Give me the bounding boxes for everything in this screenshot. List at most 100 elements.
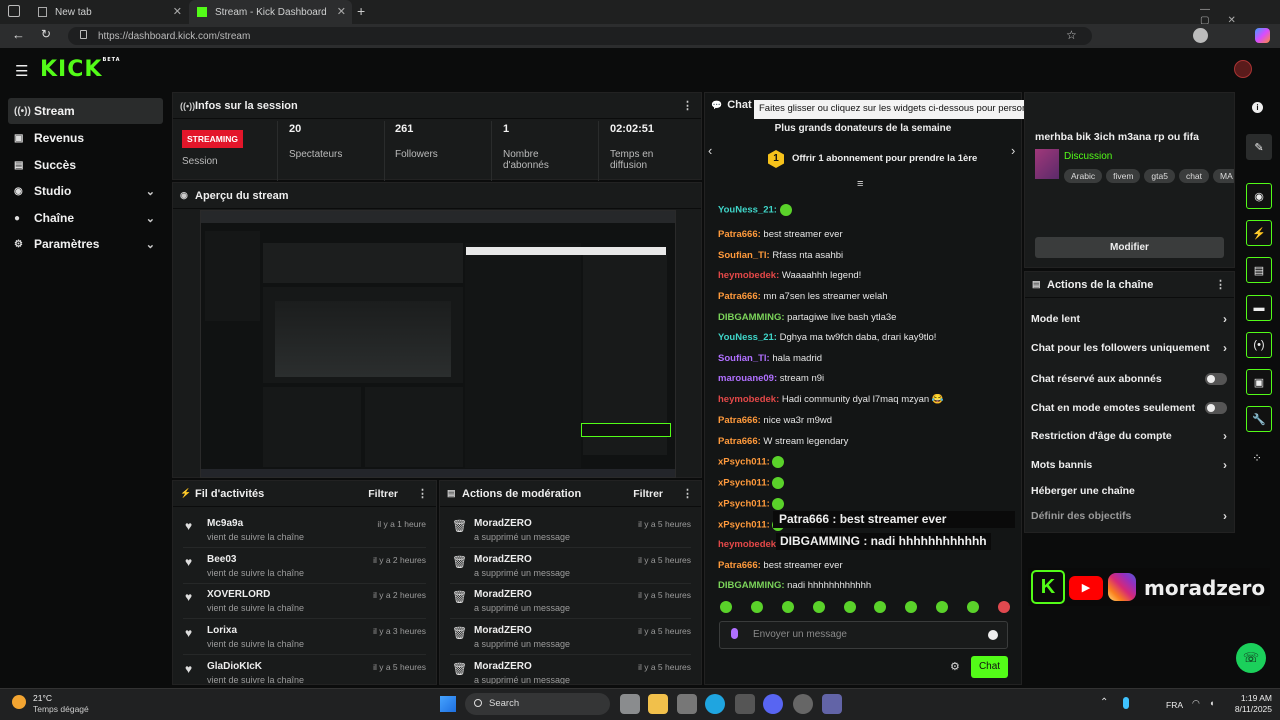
chat-widget-icon[interactable]: ▬ — [1246, 295, 1272, 321]
info-icon[interactable]: i — [1252, 102, 1263, 113]
user-avatar[interactable] — [1234, 60, 1252, 78]
clock-date[interactable]: 8/11/2025 — [1226, 704, 1272, 714]
kick-logo[interactable]: KICKBETA — [40, 57, 121, 82]
user-name[interactable]: MoradZERO — [474, 661, 532, 672]
menu-icon[interactable]: ☰ — [15, 62, 28, 80]
tag-chip[interactable]: fivem — [1106, 169, 1141, 183]
more-widgets-icon[interactable]: ⁘ — [1252, 451, 1262, 465]
volume-icon[interactable]: ◖ — [1209, 698, 1214, 708]
settings-icon[interactable] — [793, 694, 813, 714]
action-banned-words[interactable]: Mots bannis › — [1031, 458, 1227, 472]
filter-button[interactable]: Filtrer — [633, 488, 663, 500]
sidebar-item-chaine[interactable]: ● Chaîne ⌄ — [8, 205, 163, 231]
clock-time[interactable]: 1:19 AM — [1238, 693, 1272, 703]
close-icon[interactable]: ✕ — [337, 5, 346, 18]
chat-username[interactable]: Soufian_Tl: — [718, 250, 770, 261]
tab-actions-icon[interactable] — [8, 5, 20, 17]
user-name[interactable]: Bee03 — [207, 554, 236, 565]
window-controls[interactable]: —▢✕ — [1200, 4, 1280, 26]
stream-video-thumbnail[interactable] — [200, 210, 676, 478]
task-view-icon[interactable] — [620, 694, 640, 714]
url-field[interactable]: https://dashboard.kick.com/stream — [68, 27, 1092, 45]
action-emotes-only[interactable]: Chat en mode emotes seulement — [1031, 401, 1227, 414]
action-host-channel[interactable]: Héberger une chaîne — [1031, 485, 1227, 497]
emote-icon[interactable] — [874, 601, 887, 613]
wrench-widget-icon[interactable]: 🔧 — [1246, 406, 1272, 432]
mic-icon[interactable] — [731, 628, 738, 639]
chat-username[interactable]: YouNess_21: — [718, 332, 777, 343]
clipboard-widget-icon[interactable]: ▤ — [1246, 257, 1272, 283]
chat-username[interactable]: xPsych011: — [718, 520, 770, 531]
support-chat-button[interactable]: ☏ — [1236, 643, 1266, 673]
close-icon[interactable]: ✕ — [173, 5, 182, 18]
profile-avatar[interactable] — [1193, 28, 1208, 43]
tab-kick-dashboard[interactable]: Stream - Kick Dashboard ✕ — [189, 0, 352, 24]
mic-tray-icon[interactable] — [1123, 697, 1129, 709]
user-name[interactable]: MoradZERO — [474, 589, 532, 600]
file-explorer-icon[interactable] — [648, 694, 668, 714]
chat-username[interactable]: Patra666: — [718, 560, 761, 571]
user-name[interactable]: Lorixa — [207, 625, 237, 636]
lang-indicator[interactable]: FRA — [1166, 700, 1183, 710]
back-icon[interactable]: ← — [12, 27, 25, 42]
emote-icon[interactable] — [843, 601, 856, 613]
camera-widget-icon[interactable]: ◉ — [1246, 183, 1272, 209]
tag-chip[interactable]: Arabic — [1064, 169, 1103, 183]
sidebar-item-studio[interactable]: ◉ Studio ⌄ — [8, 178, 163, 204]
chat-username[interactable]: Patra666: — [718, 415, 761, 426]
edit-stream-button[interactable]: Modifier — [1035, 237, 1224, 258]
emoji-picker-icon[interactable] — [988, 630, 998, 640]
chevron-left-icon[interactable]: ‹ — [708, 143, 712, 158]
tag-chip[interactable]: gta5 — [1144, 169, 1175, 183]
emote-icon[interactable] — [997, 601, 1010, 613]
collapse-icon[interactable]: ≡ — [857, 178, 863, 190]
sidebar-item-stream[interactable]: ((•)) Stream — [8, 98, 163, 124]
weather-temp[interactable]: 21°C — [33, 693, 52, 703]
emote-bar[interactable] — [720, 601, 1010, 615]
emotes-only-toggle[interactable] — [1205, 401, 1227, 414]
chat-username[interactable]: Patra666: — [718, 436, 761, 447]
tag-chip[interactable]: chat — [1178, 169, 1210, 183]
chat-username[interactable]: heymobedek: — [718, 270, 779, 281]
user-name[interactable]: MoradZERO — [474, 625, 532, 636]
sidebar-item-revenus[interactable]: ▣ Revenus — [8, 125, 163, 151]
teams-icon[interactable] — [822, 694, 842, 714]
user-name[interactable]: Mc9a9a — [207, 518, 243, 529]
network-icon[interactable]: ◠ — [1192, 698, 1200, 709]
chat-username[interactable]: heymobedek: — [718, 539, 779, 550]
more-options-icon[interactable]: ⋮ — [682, 99, 693, 112]
calculator-icon[interactable] — [735, 694, 755, 714]
chat-username[interactable]: Soufian_Tl: — [718, 353, 770, 364]
emote-icon[interactable] — [967, 601, 979, 613]
more-options-icon[interactable]: ⋮ — [682, 487, 693, 500]
donors-cta[interactable]: Offrir 1 abonnement pour prendre la 1ère — [792, 153, 977, 164]
user-name[interactable]: MoradZERO — [474, 518, 532, 529]
chat-username[interactable]: xPsych011: — [718, 457, 770, 468]
user-name[interactable]: GlaDioKIcK — [207, 661, 262, 672]
subscribers-only-toggle[interactable] — [1205, 372, 1227, 385]
filter-button[interactable]: Filtrer — [368, 488, 398, 500]
taskbar-search[interactable]: Search — [465, 693, 610, 715]
action-slow-mode[interactable]: Mode lent › — [1031, 312, 1227, 326]
emote-icon[interactable] — [750, 601, 763, 613]
sidebar-item-succes[interactable]: ▤ Succès — [8, 152, 163, 178]
chat-input[interactable]: Envoyer un message — [719, 621, 1008, 649]
discord-icon[interactable] — [763, 694, 783, 714]
chat-username[interactable]: xPsych011: — [718, 478, 770, 489]
action-age-restriction[interactable]: Restriction d'âge du compte › — [1031, 429, 1227, 443]
user-name[interactable]: MoradZERO — [474, 554, 532, 565]
chat-settings-gear-icon[interactable]: ⚙ — [950, 660, 960, 673]
copilot-icon[interactable] — [1255, 28, 1270, 43]
edit-layout-icon[interactable]: ✎ — [1246, 134, 1272, 160]
sidebar-item-parametres[interactable]: ⚙ Paramètres ⌄ — [8, 231, 163, 257]
tray-chevron-up-icon[interactable]: ⌃ — [1100, 697, 1108, 708]
new-tab-plus-icon[interactable]: + — [357, 3, 365, 19]
chat-username[interactable]: DIBGAMMING: — [718, 312, 785, 323]
lightning-widget-icon[interactable]: ⚡ — [1246, 220, 1272, 246]
tag-chip[interactable]: MA — [1213, 169, 1234, 183]
chat-username[interactable]: xPsych011: — [718, 499, 770, 510]
emote-icon[interactable] — [812, 601, 825, 613]
more-options-icon[interactable]: ⋮ — [1215, 278, 1226, 291]
emote-icon[interactable] — [781, 601, 794, 613]
chat-username[interactable]: marouane09: — [718, 373, 777, 384]
